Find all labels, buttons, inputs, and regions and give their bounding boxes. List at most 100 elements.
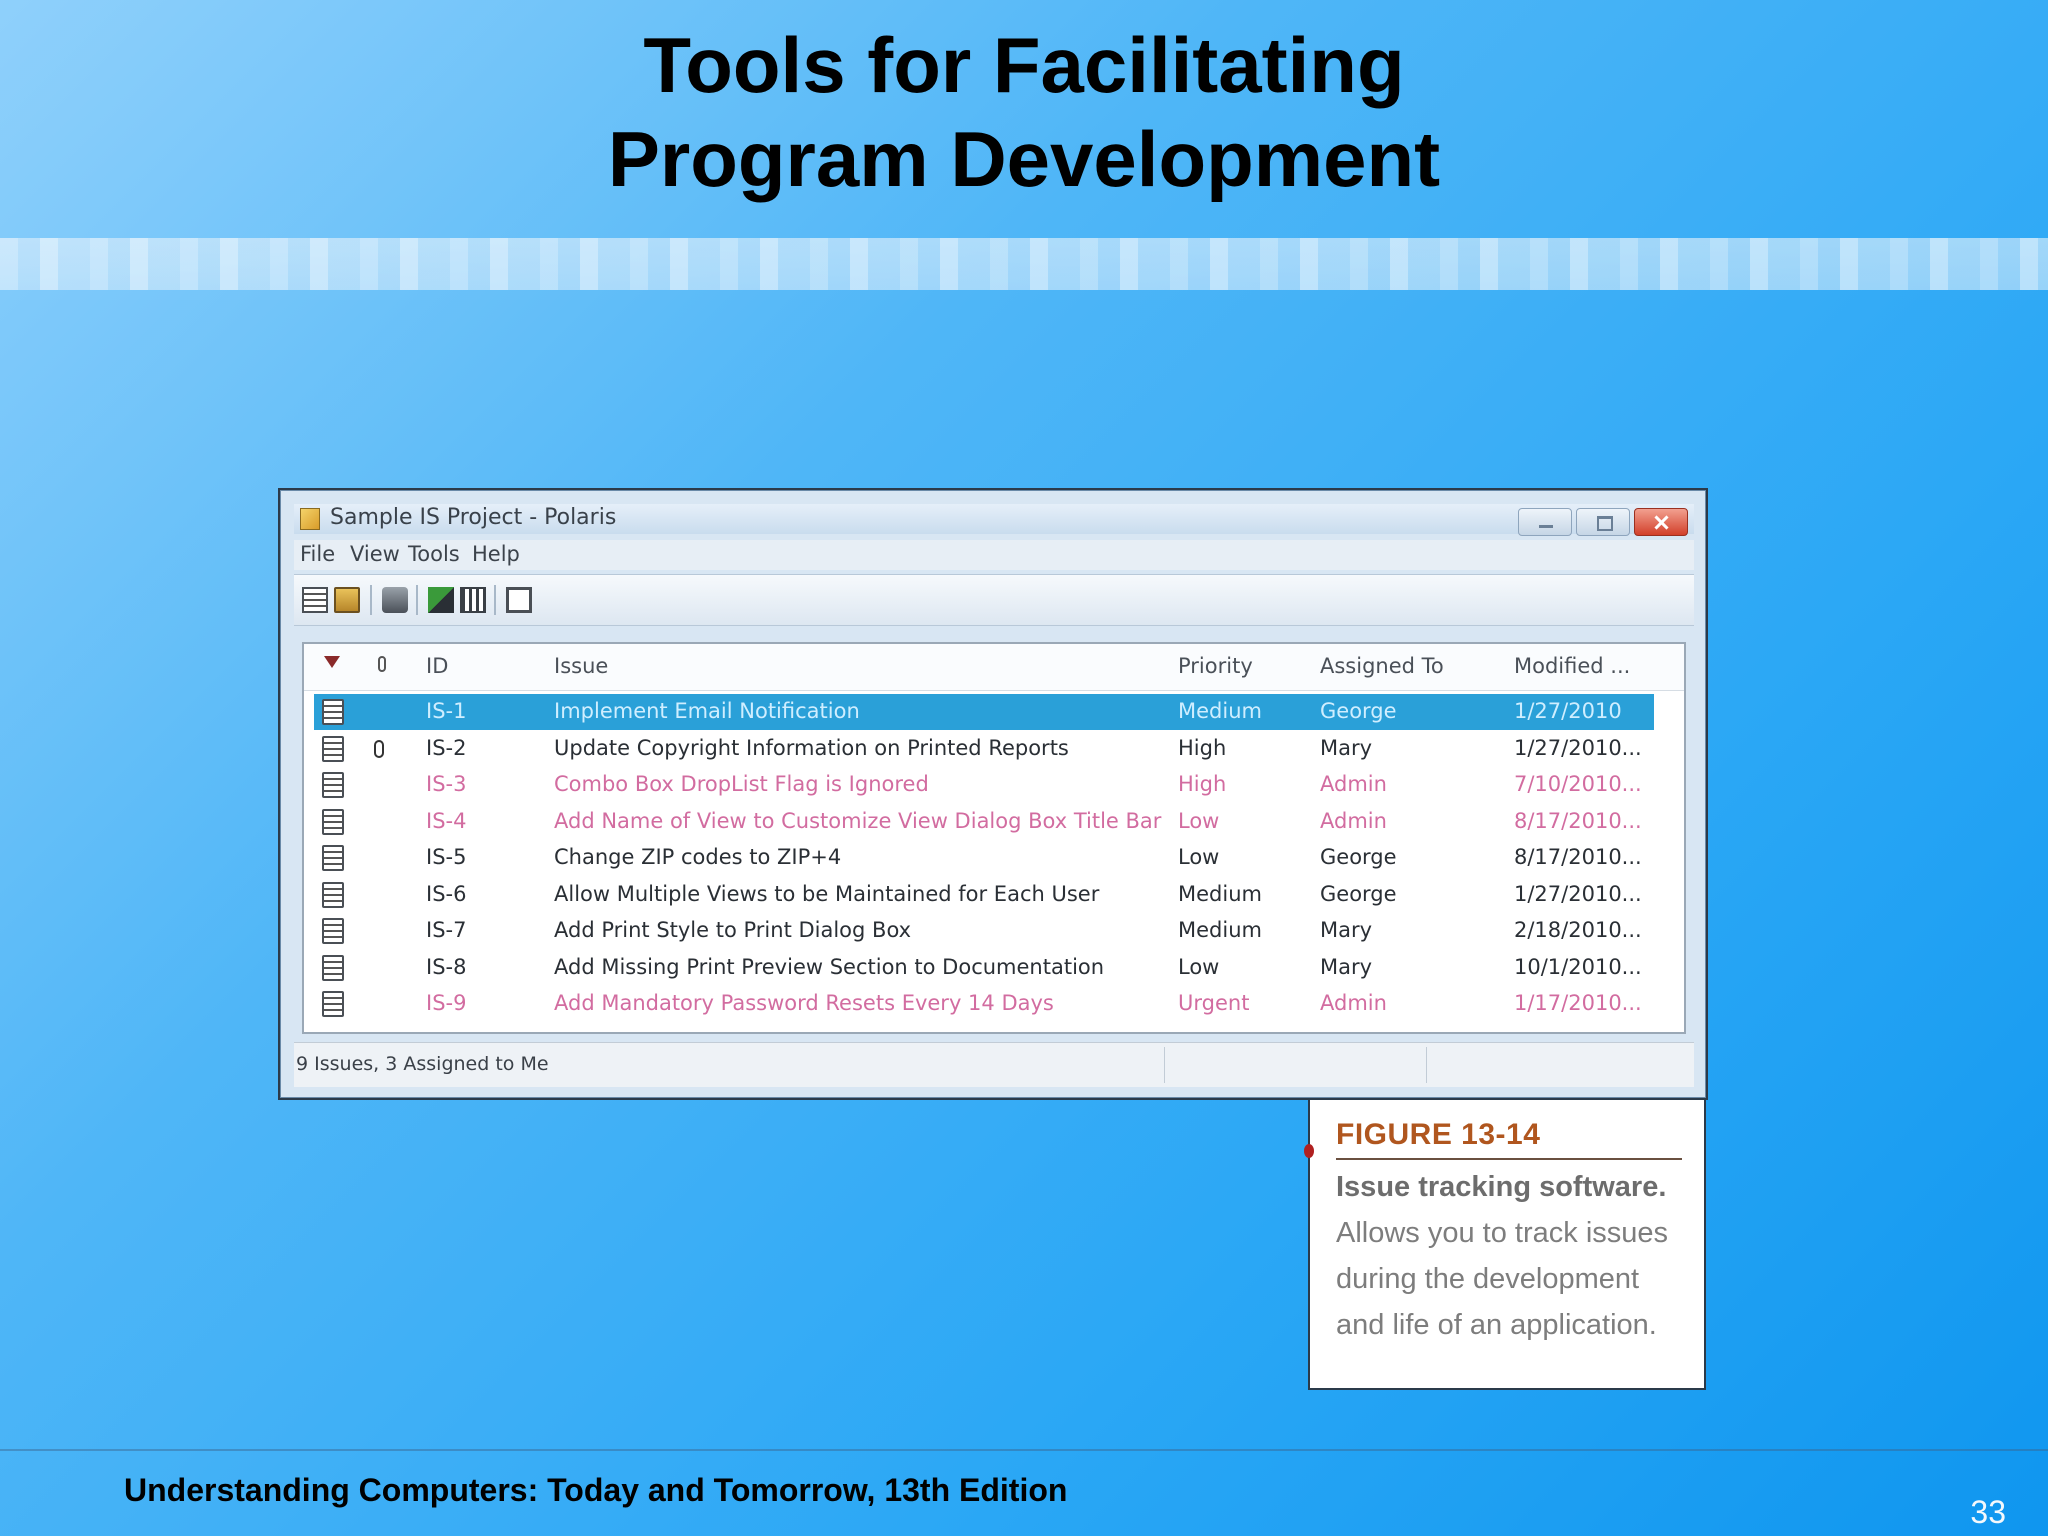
cell-issue: Add Missing Print Preview Section to Doc…	[554, 954, 1105, 979]
issue-icon	[322, 918, 344, 944]
column-issue[interactable]: Issue	[554, 654, 608, 678]
cell-priority: Low	[1178, 845, 1220, 869]
cell-id: IS-3	[426, 772, 467, 796]
cell-issue: Allow Multiple Views to be Maintained fo…	[554, 881, 1100, 906]
cell-issue: Implement Email Notification	[554, 699, 860, 723]
caption-text: Issue tracking software. Allows you to t…	[1336, 1164, 1686, 1348]
app-icon	[300, 508, 320, 530]
menu-file[interactable]: File	[300, 542, 335, 566]
caption-body: Allows you to track issues during the de…	[1336, 1217, 1669, 1341]
table-row[interactable]: IS-6 Allow Multiple Views to be Maintaine…	[314, 877, 1654, 913]
attachment-column-icon[interactable]	[378, 656, 386, 672]
issue-icon	[322, 772, 344, 798]
menu-tools[interactable]: Tools	[408, 542, 460, 566]
cell-priority: Low	[1178, 808, 1220, 833]
cell-priority: Urgent	[1178, 991, 1250, 1015]
cell-priority: Medium	[1178, 918, 1262, 942]
table-row[interactable]: IS-7 Add Print Style to Print Dialog Box M…	[314, 913, 1654, 949]
maximize-button[interactable]	[1576, 508, 1630, 536]
issue-icon	[322, 991, 344, 1017]
grid-header: ID Issue Priority Assigned To Modified .…	[304, 644, 1684, 691]
minimize-button[interactable]	[1518, 508, 1572, 536]
toolbar-separator	[416, 585, 418, 615]
cell-priority: Medium	[1178, 881, 1262, 906]
cell-priority: High	[1178, 735, 1227, 760]
cell-id: IS-2	[426, 735, 467, 760]
column-id[interactable]: ID	[426, 654, 448, 678]
cell-modified: 8/17/2010...	[1514, 845, 1642, 869]
window-title: Sample IS Project - Polaris	[330, 505, 617, 530]
cell-assigned-to: Admin	[1320, 772, 1387, 796]
new-issue-icon[interactable]	[302, 587, 328, 613]
menu-help[interactable]: Help	[472, 542, 520, 566]
status-divider	[1426, 1047, 1427, 1083]
slide-title: Tools for Facilitating Program Developme…	[0, 18, 2048, 206]
issue-icon	[322, 808, 344, 835]
cell-assigned-to: George	[1320, 845, 1397, 869]
toolbar-separator	[494, 585, 496, 615]
cell-id: IS-7	[426, 918, 467, 942]
column-modified[interactable]: Modified ...	[1514, 654, 1630, 678]
window-controls	[1518, 508, 1688, 536]
column-priority[interactable]: Priority	[1178, 654, 1253, 678]
caption-marker	[1304, 1144, 1314, 1158]
cell-modified: 1/27/2010...	[1514, 735, 1642, 760]
cell-issue: Add Mandatory Password Resets Every 14 D…	[554, 991, 1054, 1015]
cell-assigned-to: Mary	[1320, 918, 1373, 942]
column-assigned-to[interactable]: Assigned To	[1320, 654, 1444, 678]
issue-icon	[322, 699, 344, 725]
table-row[interactable]: IS-9 Add Mandatory Password Resets Every …	[314, 986, 1654, 1022]
cell-modified: 1/27/2010...	[1514, 881, 1642, 906]
cell-modified: 10/1/2010...	[1514, 954, 1642, 979]
figure-caption: FIGURE 13-14 Issue tracking software. Al…	[1304, 1100, 1706, 1390]
page-number: 33	[1970, 1494, 2006, 1530]
cell-id: IS-8	[426, 954, 467, 979]
cell-issue: Update Copyright Information on Printed …	[554, 735, 1069, 760]
cell-issue: Add Print Style to Print Dialog Box	[554, 918, 912, 942]
window-titlebar[interactable]: Sample IS Project - Polaris	[294, 504, 1694, 536]
status-divider	[1164, 1047, 1165, 1083]
table-row[interactable]: IS-1 Implement Email Notification Medium Ge…	[314, 694, 1654, 730]
filter-icon[interactable]	[324, 656, 340, 668]
issue-icon	[322, 881, 344, 908]
menu-view[interactable]: View	[350, 542, 400, 566]
cell-modified: 1/27/2010	[1514, 699, 1622, 723]
cell-modified: 1/17/2010...	[1514, 991, 1642, 1015]
open-folder-icon[interactable]	[334, 587, 360, 613]
window-icon[interactable]	[506, 587, 532, 613]
close-button[interactable]	[1634, 508, 1688, 536]
title-band-decoration	[0, 238, 2048, 290]
issue-tracker-window: Sample IS Project - Polaris File View To…	[278, 488, 1708, 1100]
issue-icon	[322, 845, 344, 871]
cell-priority: High	[1178, 772, 1227, 796]
cell-modified: 8/17/2010...	[1514, 808, 1642, 833]
slide-title-line2: Program Development	[607, 115, 1441, 203]
cell-priority: Medium	[1178, 699, 1262, 723]
table-row[interactable]: IS-4 Add Name of View to Customize View D…	[314, 804, 1654, 840]
cell-id: IS-6	[426, 881, 467, 906]
figure-label: FIGURE 13-14	[1336, 1118, 1541, 1151]
cell-assigned-to: George	[1320, 881, 1397, 906]
figure-rule	[1336, 1158, 1682, 1160]
cell-issue: Add Name of View to Customize View Dialo…	[554, 808, 1162, 833]
export-icon[interactable]	[428, 587, 454, 613]
table-row[interactable]: IS-3 Combo Box DropList Flag is Ignored Hi…	[314, 767, 1654, 803]
toolbar	[294, 574, 1694, 626]
slide-title-line1: Tools for Facilitating	[643, 21, 1405, 109]
cell-issue: Combo Box DropList Flag is Ignored	[554, 772, 929, 796]
cell-assigned-to: Admin	[1320, 808, 1387, 833]
cell-assigned-to: Mary	[1320, 954, 1373, 979]
cell-id: IS-4	[426, 808, 467, 833]
columns-icon[interactable]	[460, 587, 486, 613]
issue-icon	[322, 954, 344, 981]
statusbar: 9 Issues, 3 Assigned to Me	[294, 1042, 1694, 1087]
cell-id: IS-5	[426, 845, 467, 869]
status-text: 9 Issues, 3 Assigned to Me	[296, 1053, 549, 1075]
print-icon[interactable]	[382, 587, 408, 613]
cell-modified: 7/10/2010...	[1514, 772, 1642, 796]
cell-issue: Change ZIP codes to ZIP+4	[554, 845, 842, 869]
table-row[interactable]: IS-2 Update Copyright Information on Prin…	[314, 731, 1654, 767]
table-row[interactable]: IS-5 Change ZIP codes to ZIP+4 Low George 8/…	[314, 840, 1654, 876]
footer-rule	[0, 1449, 2048, 1451]
table-row[interactable]: IS-8 Add Missing Print Preview Section to…	[314, 950, 1654, 986]
